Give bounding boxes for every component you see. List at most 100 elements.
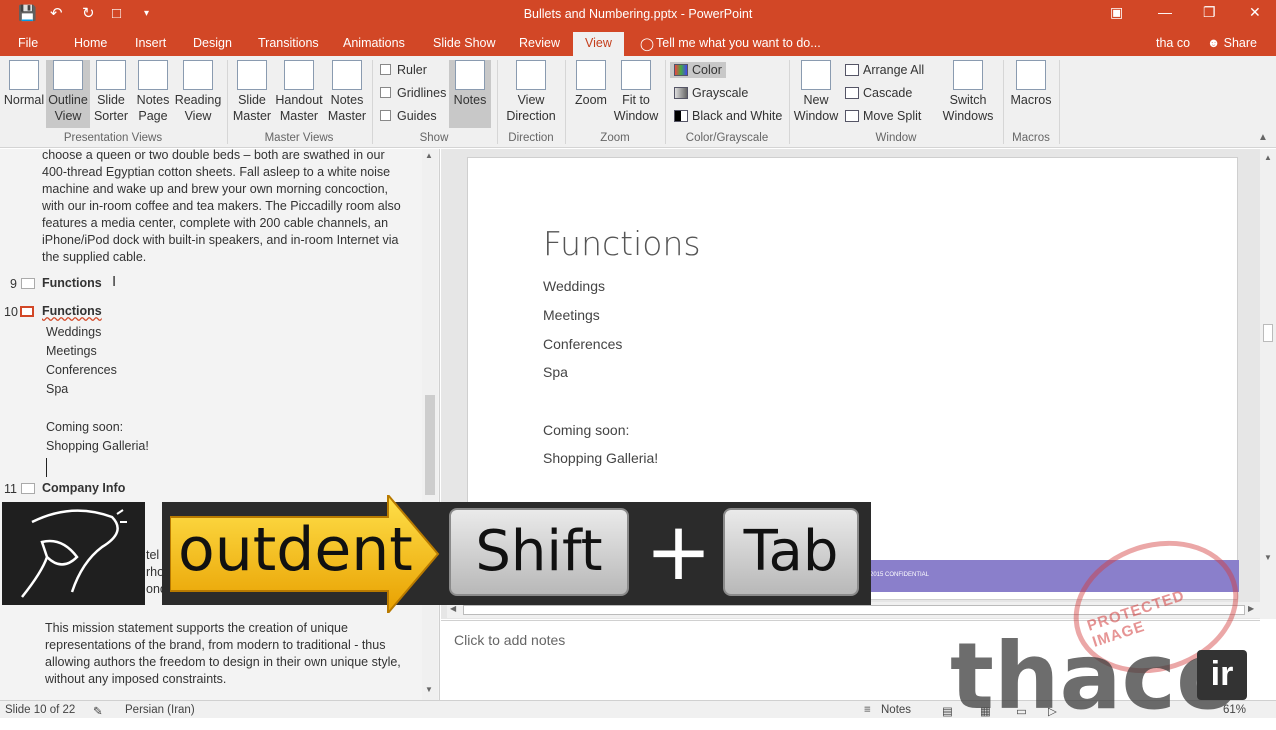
slide-bullet[interactable]: Coming soon: <box>543 422 629 438</box>
collapse-ribbon-icon[interactable]: ▲ <box>1258 132 1268 143</box>
slide-title[interactable]: Functions <box>42 303 102 320</box>
outline-body-text: This mission statement supports the crea… <box>45 620 401 688</box>
zoom-button[interactable]: Zoom <box>570 60 612 128</box>
grayscale-button[interactable]: Grayscale <box>674 86 748 100</box>
reading-view-button[interactable]: Reading View <box>174 60 222 128</box>
macros-group-label: Macros <box>1012 132 1050 144</box>
bullet-item: Weddings <box>46 325 102 339</box>
outline-pane[interactable]: choose a queen or two double beds – both… <box>0 149 440 700</box>
close-button[interactable]: ✕ <box>1249 4 1261 21</box>
new-window-button[interactable]: New Window <box>793 60 839 128</box>
tab-design[interactable]: Design <box>193 36 232 50</box>
tab-view[interactable]: View <box>573 32 624 56</box>
ribbon-display-icon[interactable]: ▣ <box>1110 4 1123 21</box>
scroll-right-icon[interactable]: ▶ <box>1248 604 1254 613</box>
gridlines-checkbox[interactable]: Gridlines <box>380 86 446 100</box>
slide-icon-selected[interactable] <box>20 306 34 317</box>
cascade-button[interactable]: Cascade <box>845 86 912 100</box>
notes-page-button[interactable]: Notes Page <box>134 60 172 128</box>
new-window-label: New Window <box>793 93 839 123</box>
slide-bullet[interactable]: Meetings <box>543 307 600 323</box>
black-and-white-button[interactable]: Black and White <box>674 109 782 123</box>
bullet-spacer <box>46 399 149 418</box>
tab-insert[interactable]: Insert <box>135 36 166 50</box>
fit-to-window-button[interactable]: Fit to Window <box>612 60 660 128</box>
slide-bullet[interactable]: Conferences <box>543 336 622 352</box>
direction-group-label: Direction <box>508 132 554 144</box>
scroll-left-icon[interactable]: ◀ <box>450 604 456 613</box>
outline-line: 400-thread Egyptian cotton sheets. Fall … <box>42 165 391 179</box>
share-button[interactable]: ☻ Share <box>1207 36 1257 50</box>
outline-line: choose a queen or two double beds – both… <box>42 149 385 162</box>
slide-icon[interactable] <box>21 278 35 289</box>
handout-master-button[interactable]: Handout Master <box>274 60 324 128</box>
slide-master-icon <box>237 60 267 90</box>
guides-checkbox[interactable]: Guides <box>380 109 437 123</box>
slide-bullet[interactable]: Shopping Galleria! <box>543 450 658 466</box>
tab-animations[interactable]: Animations <box>343 36 405 50</box>
tab-home[interactable]: Home <box>74 36 107 50</box>
bullet-item: Spa <box>46 382 69 396</box>
handout-master-icon <box>284 60 314 90</box>
maximize-button[interactable]: ❐ <box>1203 4 1216 21</box>
slide-title[interactable]: Functions <box>543 224 701 263</box>
checkbox-box <box>380 87 391 98</box>
share-label: Share <box>1223 36 1257 50</box>
slide-bullets[interactable]: Weddings Meetings Conferences Spa Coming… <box>46 323 149 477</box>
tab-review[interactable]: Review <box>519 36 560 50</box>
scroll-down-icon[interactable]: ▼ <box>425 685 433 694</box>
scroll-down-icon[interactable]: ▼ <box>1264 553 1272 562</box>
outline-view-button[interactable]: Outline View <box>46 60 90 128</box>
overlay-action-word: outdent <box>178 515 413 585</box>
master-views-label: Master Views <box>264 132 334 144</box>
slide-icon[interactable] <box>21 483 35 494</box>
ruler-checkbox[interactable]: Ruler <box>380 63 427 77</box>
slide-number: 10 <box>4 305 18 319</box>
notes-page-label: Notes Page <box>136 93 170 123</box>
normal-view-icon <box>9 60 39 90</box>
presentation-views-label: Presentation Views <box>63 132 163 144</box>
slide-title[interactable]: Functions <box>42 275 102 292</box>
slide-bullet[interactable]: Spa <box>543 364 568 380</box>
slide-bullet[interactable]: Weddings <box>543 278 605 294</box>
new-window-icon <box>801 60 831 90</box>
minimize-button[interactable]: — <box>1158 4 1172 20</box>
tab-transitions[interactable]: Transitions <box>258 36 319 50</box>
scroll-up-icon[interactable]: ▲ <box>1264 153 1272 162</box>
slide-master-button[interactable]: Slide Master <box>232 60 272 128</box>
slide-vertical-scrollbar[interactable]: ▲ ▼ <box>1260 149 1276 619</box>
normal-view-button[interactable]: Normal <box>2 60 46 128</box>
arrange-all-button[interactable]: Arrange All <box>845 63 924 77</box>
outline-view-label: Outline View <box>48 93 88 123</box>
notes-placeholder[interactable]: Click to add notes <box>454 632 565 648</box>
scroll-thumb[interactable] <box>1263 324 1273 342</box>
checkbox-box <box>380 64 391 75</box>
scroll-thumb[interactable] <box>425 395 435 495</box>
tell-me-input[interactable]: Tell me what you want to do... <box>656 36 821 50</box>
notes-master-button[interactable]: Notes Master <box>326 60 368 128</box>
window-group-label: Window <box>875 132 917 144</box>
language-indicator[interactable]: Persian (Iran) <box>125 704 195 716</box>
grayscale-swatch-icon <box>674 87 688 99</box>
fit-to-window-label: Fit to Window <box>613 93 659 123</box>
macros-button[interactable]: Macros <box>1008 60 1054 128</box>
notes-label: Notes <box>453 93 487 107</box>
notes-toggle-icon[interactable]: ≡ <box>864 704 871 716</box>
color-button[interactable]: Color <box>670 62 726 78</box>
tab-file[interactable]: File <box>18 36 38 50</box>
notes-toggle[interactable]: Notes <box>881 704 911 716</box>
macros-icon <box>1016 60 1046 90</box>
slide-sorter-button[interactable]: Slide Sorter <box>92 60 130 128</box>
outline-scrollbar[interactable]: ▲ ▼ <box>422 149 438 700</box>
switch-windows-button[interactable]: Switch Windows <box>937 60 999 128</box>
view-direction-button[interactable]: View Direction <box>500 60 562 128</box>
move-split-button[interactable]: Move Split <box>845 109 921 123</box>
tab-slide-show[interactable]: Slide Show <box>433 36 496 50</box>
handout-master-label: Handout Master <box>275 93 323 123</box>
user-name[interactable]: tha co <box>1156 36 1190 50</box>
slide-title[interactable]: Company Info <box>42 480 125 497</box>
notes-button[interactable]: Notes <box>449 60 491 128</box>
scroll-up-icon[interactable]: ▲ <box>425 151 433 160</box>
spell-check-icon[interactable]: ✎ <box>93 704 103 718</box>
black-and-white-label: Black and White <box>692 109 783 123</box>
